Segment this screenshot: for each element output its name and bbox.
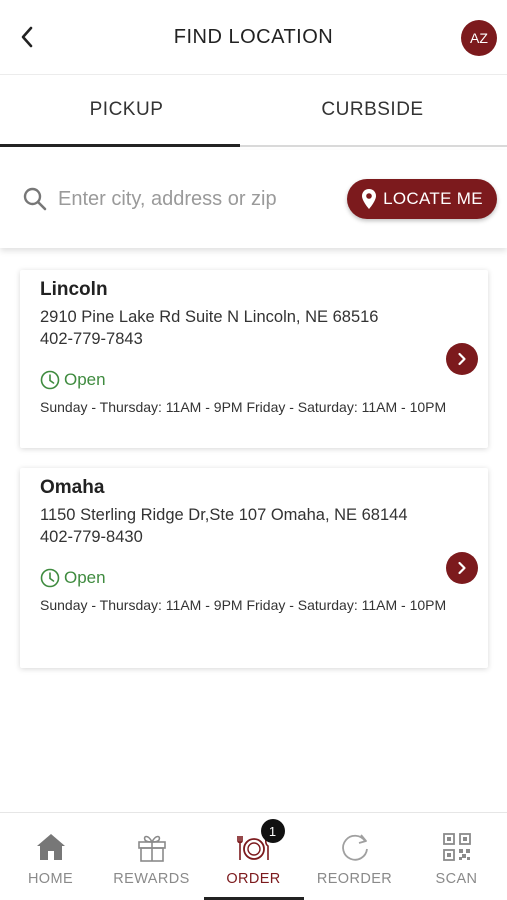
tab-bar: PICKUP CURBSIDE: [0, 75, 507, 147]
clock-icon: [40, 370, 60, 390]
location-address: 2910 Pine Lake Rd Suite N Lincoln, NE 68…: [40, 308, 379, 326]
location-card[interactable]: Lincoln 2910 Pine Lake Rd Suite N Lincol…: [20, 270, 488, 448]
search-icon: [23, 187, 47, 211]
clock-icon: [40, 568, 60, 588]
bottom-nav: HOME REWARDS 1 ORDER REORDER SCAN: [0, 812, 507, 900]
chevron-right-icon: [458, 561, 466, 575]
location-address: 1150 Sterling Ridge Dr,Ste 107 Omaha, NE…: [40, 506, 408, 524]
locate-me-label: LOCATE ME: [383, 189, 483, 208]
location-phone[interactable]: 402-779-8430: [40, 526, 468, 548]
nav-reorder-label: REORDER: [316, 871, 393, 887]
open-status-label: Open: [64, 568, 106, 587]
top-bar: FIND LOCATION AZ: [0, 0, 507, 75]
nav-rewards-label: REWARDS: [113, 871, 190, 887]
qr-code-icon: [440, 831, 474, 863]
open-status: Open: [40, 568, 468, 588]
avatar[interactable]: AZ: [461, 20, 497, 56]
active-tab-indicator: [0, 144, 240, 147]
tab-pickup[interactable]: PICKUP: [0, 75, 253, 145]
location-card[interactable]: Omaha 1150 Sterling Ridge Dr,Ste 107 Oma…: [20, 468, 488, 668]
location-phone[interactable]: 402-779-7843: [40, 328, 468, 350]
refresh-icon: [338, 831, 372, 863]
nav-home-label: HOME: [27, 871, 74, 887]
order-count-badge: 1: [260, 819, 285, 843]
locate-me-button[interactable]: LOCATE ME: [347, 179, 497, 219]
tab-curbside[interactable]: CURBSIDE: [246, 75, 499, 145]
gift-icon: [135, 831, 169, 863]
select-location-button[interactable]: [446, 343, 478, 375]
open-status: Open: [40, 370, 468, 390]
nav-order-label: ORDER: [226, 871, 281, 887]
nav-scan-label: SCAN: [435, 871, 478, 887]
nav-reorder[interactable]: REORDER: [304, 813, 405, 900]
map-pin-icon: [362, 189, 377, 209]
nav-order[interactable]: 1 ORDER: [203, 813, 304, 900]
open-status-label: Open: [64, 370, 106, 389]
plate-utensils-icon: 1: [236, 819, 285, 863]
select-location-button[interactable]: [446, 552, 478, 584]
nav-rewards[interactable]: REWARDS: [101, 813, 202, 900]
nav-scan[interactable]: SCAN: [406, 813, 507, 900]
location-name: Omaha: [40, 477, 105, 498]
search-input[interactable]: [58, 180, 328, 218]
page-title: FIND LOCATION: [173, 26, 334, 48]
home-icon: [34, 831, 68, 863]
nav-home[interactable]: HOME: [0, 813, 101, 900]
location-name: Lincoln: [40, 279, 108, 300]
search-bar: LOCATE ME: [0, 150, 507, 248]
location-hours: Sunday - Thursday: 11AM - 9PM Friday - S…: [40, 597, 447, 613]
location-hours: Sunday - Thursday: 11AM - 9PM Friday - S…: [40, 399, 447, 415]
chevron-right-icon: [458, 352, 466, 366]
